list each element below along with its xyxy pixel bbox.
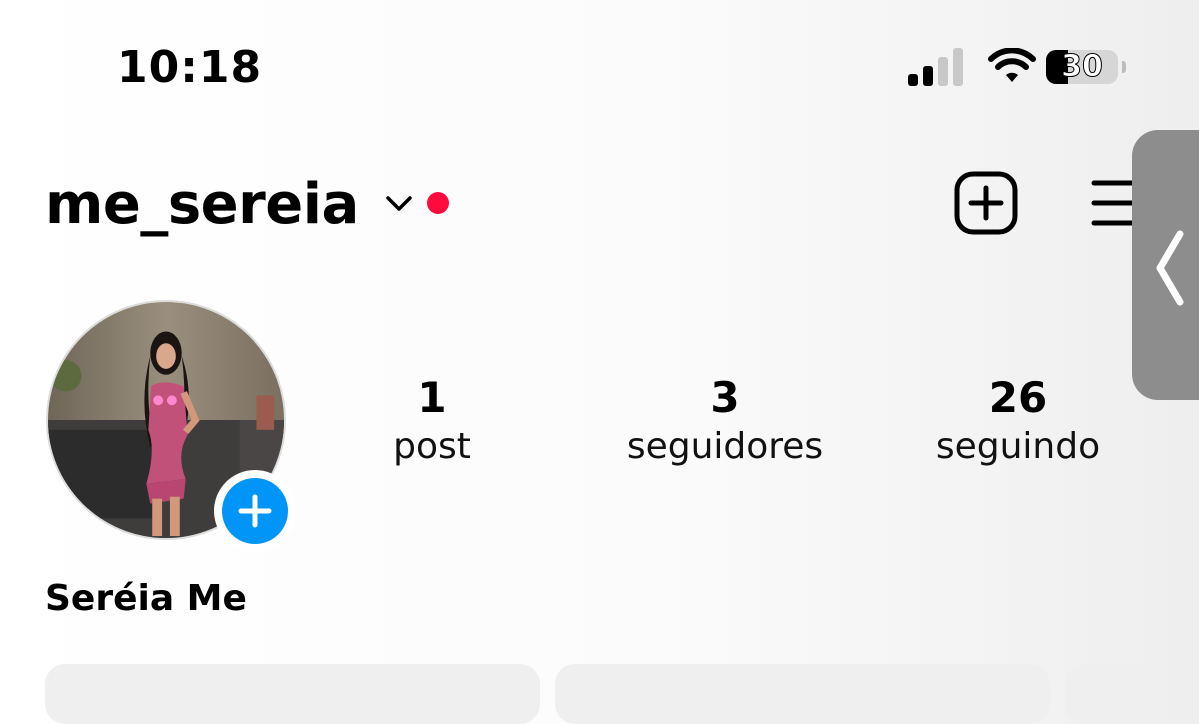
- plus-icon: [238, 494, 272, 528]
- chevron-down-icon[interactable]: [384, 192, 414, 214]
- stat-followers-count: 3: [710, 373, 740, 422]
- share-profile-button[interactable]: [555, 664, 1050, 724]
- profile-display-name: Seréia Me: [45, 578, 247, 619]
- add-story-circle: [222, 478, 288, 544]
- battery-icon: 30: [1046, 50, 1118, 84]
- stat-posts-label: post: [393, 426, 471, 467]
- stat-following-label: seguindo: [935, 426, 1101, 467]
- stat-followers[interactable]: 3 seguidores: [605, 374, 845, 472]
- notification-dot: [427, 192, 449, 214]
- discover-people-button[interactable]: [1065, 664, 1155, 724]
- new-post-icon[interactable]: [953, 170, 1019, 236]
- battery-nub: [1122, 61, 1126, 73]
- status-time: 10:18: [117, 42, 263, 93]
- edit-profile-button[interactable]: [45, 664, 540, 724]
- chevron-left-icon: [1156, 230, 1184, 306]
- profile-username[interactable]: me_sereia: [45, 172, 359, 237]
- add-story-button[interactable]: [214, 470, 296, 552]
- stat-posts[interactable]: 1 post: [312, 374, 552, 472]
- wifi-icon: [988, 48, 1036, 82]
- stat-following[interactable]: 26 seguindo: [898, 374, 1138, 472]
- stat-posts-count: 1: [417, 373, 447, 422]
- battery-level: 30: [1061, 50, 1104, 84]
- stat-followers-label: seguidores: [626, 426, 824, 467]
- side-panel-handle[interactable]: [1132, 130, 1199, 400]
- stat-following-count: 26: [988, 373, 1048, 422]
- signal-icon: [908, 48, 963, 86]
